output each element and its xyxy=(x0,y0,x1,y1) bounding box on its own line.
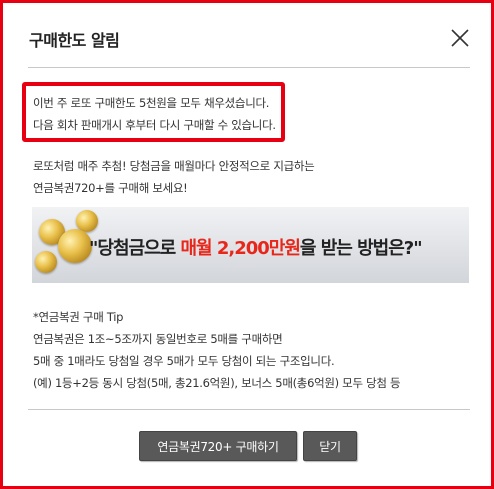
close-icon[interactable] xyxy=(448,26,472,50)
banner-text-after: 을 받는 방법은?" xyxy=(299,238,423,259)
close-button[interactable]: 닫기 xyxy=(303,431,357,461)
tip-line-1: 연금복권은 1조~5조까지 동일번호로 5매를 구매하면 xyxy=(33,332,283,346)
banner-text-before: "당첨금으로 xyxy=(89,238,181,259)
dialog-title: 구매한도 알림 xyxy=(29,31,120,50)
pension-lottery-banner[interactable]: "당첨금으로 매월 2,200만원을 받는 방법은?" xyxy=(32,207,469,283)
promo-line-1: 로또처럼 매주 추첨! 당첨금을 매월마다 안정적으로 지급하는 xyxy=(33,159,315,173)
notice-line-2: 다음 회차 판매개시 후부터 다시 구매할 수 있습니다. xyxy=(33,118,276,132)
tip-line-2: 5매 중 1매라도 당첨일 경우 5매가 모두 당첨이 되는 구조입니다. xyxy=(33,354,335,368)
header-divider xyxy=(28,67,470,68)
footer-divider xyxy=(28,409,470,410)
buy-pension-lottery-button[interactable]: 연금복권720+ 구매하기 xyxy=(139,431,297,461)
dialog-header: 구매한도 알림 xyxy=(3,3,491,63)
notice-line-1: 이번 주 로또 구매한도 5천원을 모두 채우셨습니다. xyxy=(33,96,270,110)
promo-line-2: 연금복권720+를 구매해 보세요! xyxy=(33,181,188,195)
purchase-limit-dialog: 구매한도 알림 이번 주 로또 구매한도 5천원을 모두 채우셨습니다. 다음 … xyxy=(0,0,494,489)
notice-highlight-box xyxy=(22,82,285,142)
tip-title: *연금복권 구매 Tip xyxy=(33,310,124,324)
banner-text-highlight: 매월 2,200만원 xyxy=(180,238,300,259)
banner-headline: "당첨금으로 매월 2,200만원을 받는 방법은?" xyxy=(89,234,423,260)
tip-line-3: (예) 1등+2등 동시 당첨(5매, 총21.6억원), 보너스 5매(총6억… xyxy=(33,376,401,390)
